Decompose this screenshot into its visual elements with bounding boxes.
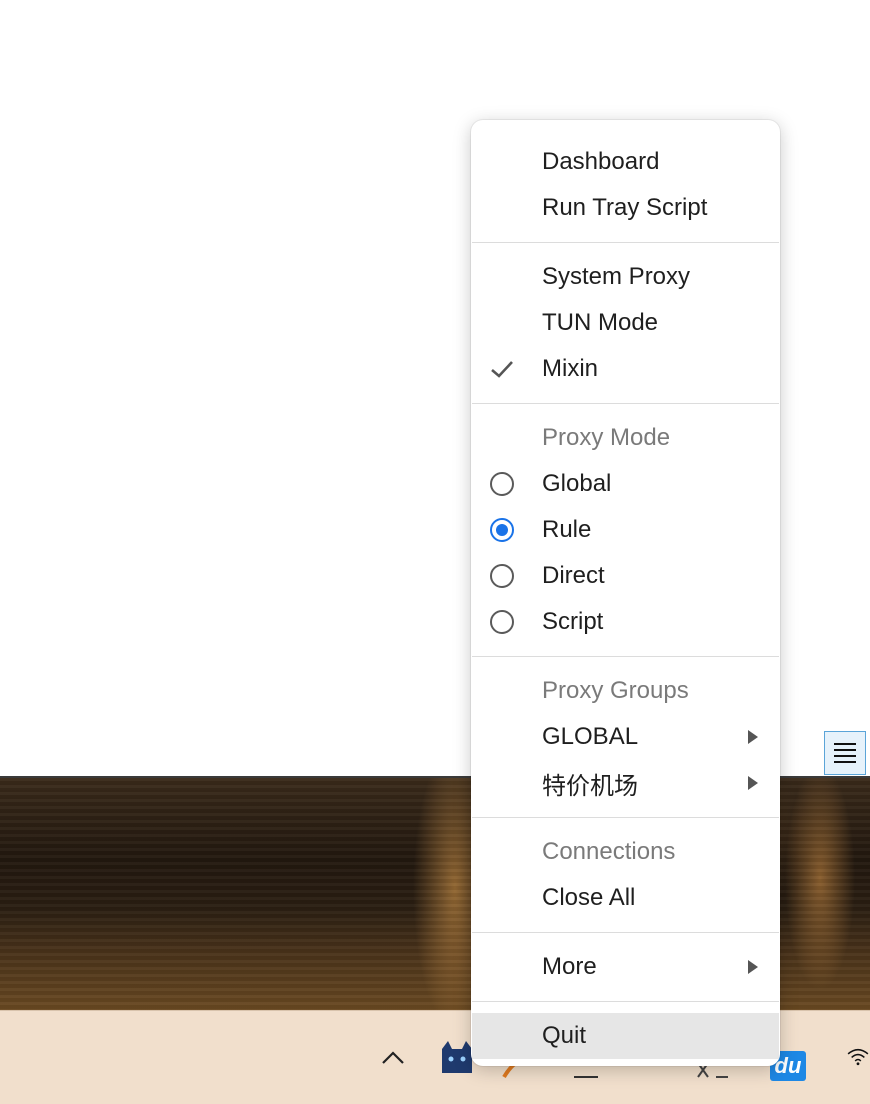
menu-separator	[472, 932, 779, 933]
menu-separator	[472, 242, 779, 243]
menu-item-dashboard[interactable]: Dashboard	[471, 139, 780, 185]
menu-item-label: TUN Mode	[542, 309, 659, 336]
proxy-mode-header: Proxy Mode	[471, 415, 780, 461]
radio-selected-icon	[490, 518, 514, 542]
show-hidden-icons-chevron-icon[interactable]	[378, 1043, 408, 1073]
menu-item-close-all[interactable]: Close All	[471, 875, 780, 921]
menu-item-label: Dashboard	[542, 148, 660, 175]
menu-item-label: 特价机场	[542, 771, 638, 800]
menu-item-label: Run Tray Script	[542, 194, 708, 221]
menu-item-mode-rule[interactable]: Rule	[471, 507, 780, 553]
tray-context-menu: Dashboard Run Tray Script System Proxy T…	[471, 120, 780, 1066]
menu-item-label: Mixin	[542, 355, 599, 382]
hamburger-button[interactable]	[824, 731, 866, 775]
submenu-arrow-icon	[748, 776, 758, 790]
menu-item-label: More	[542, 953, 597, 980]
menu-item-label: System Proxy	[542, 263, 691, 290]
menu-item-mode-script[interactable]: Script	[471, 599, 780, 645]
checkmark-icon	[486, 353, 518, 385]
radio-unselected-icon	[490, 564, 514, 588]
hamburger-icon	[834, 743, 856, 763]
section-header-label: Proxy Mode	[542, 424, 671, 451]
menu-item-more[interactable]: More	[471, 944, 780, 990]
menu-separator	[472, 817, 779, 818]
menu-item-label: Direct	[542, 562, 605, 589]
menu-item-group-discount-airport[interactable]: 特价机场	[471, 760, 780, 806]
submenu-arrow-icon	[748, 960, 758, 974]
radio-unselected-icon	[490, 610, 514, 634]
menu-item-mode-global[interactable]: Global	[471, 461, 780, 507]
menu-item-mixin[interactable]: Mixin	[471, 346, 780, 392]
menu-item-quit[interactable]: Quit	[472, 1013, 779, 1059]
connections-header: Connections	[471, 829, 780, 875]
section-header-label: Proxy Groups	[542, 677, 689, 704]
menu-item-label: Rule	[542, 516, 592, 543]
menu-separator	[472, 1001, 779, 1002]
menu-separator	[472, 403, 779, 404]
menu-item-label: Close All	[542, 884, 636, 911]
menu-item-tun-mode[interactable]: TUN Mode	[471, 300, 780, 346]
menu-item-label: GLOBAL	[542, 723, 639, 750]
proxy-groups-header: Proxy Groups	[471, 668, 780, 714]
menu-item-system-proxy[interactable]: System Proxy	[471, 254, 780, 300]
menu-item-label: Script	[542, 608, 604, 635]
menu-item-mode-direct[interactable]: Direct	[471, 553, 780, 599]
radio-unselected-icon	[490, 472, 514, 496]
submenu-arrow-icon	[748, 730, 758, 744]
section-header-label: Connections	[542, 838, 676, 865]
menu-item-group-global[interactable]: GLOBAL	[471, 714, 780, 760]
wifi-icon[interactable]	[846, 1041, 870, 1071]
menu-item-label: Quit	[542, 1022, 587, 1049]
menu-separator	[472, 656, 779, 657]
menu-item-run-tray-script[interactable]: Run Tray Script	[471, 185, 780, 231]
menu-item-label: Global	[542, 470, 612, 497]
